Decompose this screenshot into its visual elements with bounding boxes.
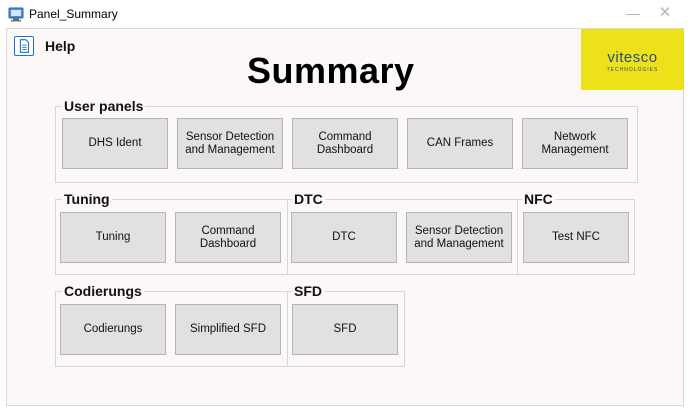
tuning-button[interactable]: Tuning bbox=[60, 212, 166, 263]
help-menu[interactable]: Help bbox=[45, 38, 75, 54]
group-title-tuning: Tuning bbox=[62, 191, 112, 207]
group-title-user-panels: User panels bbox=[62, 98, 146, 114]
main-panel: Help Summary vitesco TECHNOLOGIES User p… bbox=[6, 28, 684, 406]
document-icon[interactable] bbox=[14, 36, 34, 56]
dtc-button[interactable]: DTC bbox=[291, 212, 397, 263]
sensor-detection-button[interactable]: Sensor Detection and Management bbox=[177, 118, 283, 169]
group-title-codierungs: Codierungs bbox=[62, 283, 144, 299]
brand-logo: vitesco TECHNOLOGIES bbox=[581, 29, 684, 90]
minimize-button[interactable]: — bbox=[618, 3, 648, 23]
codierungs-button[interactable]: Codierungs bbox=[60, 304, 166, 355]
page-title: Summary bbox=[247, 50, 415, 91]
group-title-nfc: NFC bbox=[522, 191, 555, 207]
test-nfc-button[interactable]: Test NFC bbox=[523, 212, 629, 263]
minimize-icon: — bbox=[626, 5, 640, 21]
network-management-button[interactable]: Network Management bbox=[522, 118, 628, 169]
title-bar: Panel_Summary — ✕ bbox=[0, 0, 690, 28]
command-dashboard-button[interactable]: Command Dashboard bbox=[292, 118, 398, 169]
group-title-dtc: DTC bbox=[292, 191, 325, 207]
close-button[interactable]: ✕ bbox=[650, 3, 680, 23]
window-title: Panel_Summary bbox=[29, 7, 118, 21]
dhs-ident-button[interactable]: DHS Ident bbox=[62, 118, 168, 169]
simplified-sfd-button[interactable]: Simplified SFD bbox=[175, 304, 281, 355]
app-icon bbox=[8, 7, 24, 22]
sfd-button[interactable]: SFD bbox=[292, 304, 398, 355]
dtc-sensor-detection-button[interactable]: Sensor Detection and Management bbox=[406, 212, 512, 263]
group-title-sfd: SFD bbox=[292, 283, 324, 299]
logo-subtitle: TECHNOLOGIES bbox=[606, 67, 659, 73]
can-frames-button[interactable]: CAN Frames bbox=[407, 118, 513, 169]
tuning-command-dashboard-button[interactable]: Command Dashboard bbox=[175, 212, 281, 263]
close-icon: ✕ bbox=[658, 4, 672, 21]
logo-wordmark: vitesco bbox=[607, 49, 658, 66]
